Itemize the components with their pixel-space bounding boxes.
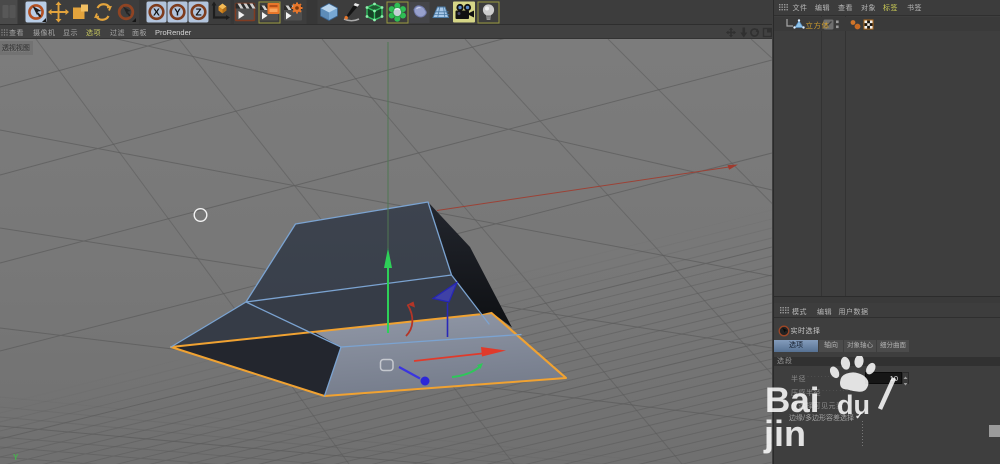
svg-text:Y: Y [174,8,181,19]
svg-text:Y: Y [13,453,19,462]
svg-text:X: X [153,8,160,19]
svg-text:Z: Z [195,8,201,19]
